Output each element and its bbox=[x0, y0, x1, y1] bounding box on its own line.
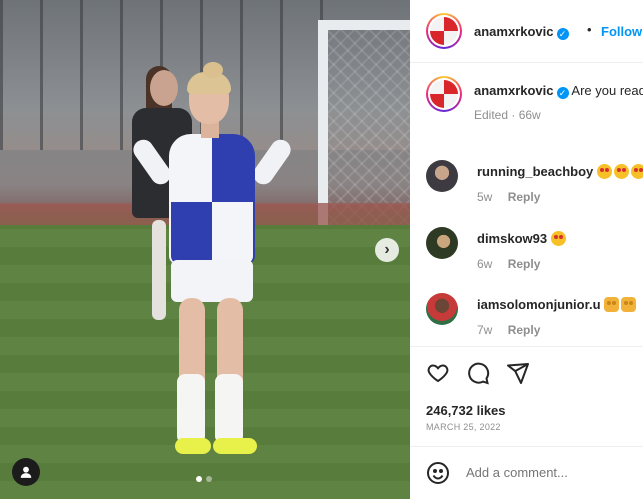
commenter-username[interactable]: running_beachboy bbox=[477, 164, 593, 179]
carousel-indicator bbox=[196, 476, 212, 482]
reply-button[interactable]: Reply bbox=[508, 257, 541, 271]
comment-meta: 7w Reply bbox=[477, 323, 540, 337]
heart-eyes-emoji-icon bbox=[630, 164, 643, 179]
author-username[interactable]: anamxrkovic bbox=[474, 24, 554, 39]
reply-button[interactable]: Reply bbox=[508, 323, 541, 337]
comment-time[interactable]: 5w bbox=[477, 190, 492, 204]
comment-time[interactable]: 7w bbox=[477, 323, 492, 337]
edited-label: Edited bbox=[474, 108, 509, 122]
verified-badge-icon: ✓ bbox=[556, 87, 569, 99]
edited-time[interactable]: 66w bbox=[519, 108, 541, 122]
heart-icon[interactable] bbox=[426, 361, 450, 385]
post-media[interactable]: › bbox=[0, 0, 410, 499]
commenter-username[interactable]: iamsolomonjunior.u bbox=[477, 297, 601, 312]
goal-post bbox=[318, 20, 410, 230]
comment-time[interactable]: 6w bbox=[477, 257, 492, 271]
action-bar bbox=[426, 361, 530, 385]
post-header: anamxrkovic ✓ • Follow bbox=[410, 0, 643, 63]
commenter-avatar[interactable] bbox=[426, 293, 458, 325]
comment-icon[interactable] bbox=[466, 361, 490, 385]
commenter-avatar[interactable] bbox=[426, 160, 458, 192]
follow-button[interactable]: Follow bbox=[601, 24, 642, 39]
caption-avatar[interactable] bbox=[426, 76, 462, 112]
comment-meta: 5w Reply bbox=[477, 190, 540, 204]
comment-item: dimskow93 6w Reply bbox=[426, 227, 643, 277]
comment-item: iamsolomonjunior.u 7w Reply bbox=[426, 293, 643, 343]
raised-hands-emoji-icon bbox=[621, 297, 637, 312]
heart-eyes-emoji-icon bbox=[550, 231, 566, 246]
post-date[interactable]: MARCH 25, 2022 bbox=[426, 422, 501, 432]
heart-eyes-emoji-icon bbox=[613, 164, 629, 179]
caption-username[interactable]: anamxrkovic bbox=[474, 83, 554, 98]
author-username-wrap[interactable]: anamxrkovic ✓ bbox=[474, 24, 569, 40]
reply-button[interactable]: Reply bbox=[508, 190, 541, 204]
commenter-avatar[interactable] bbox=[426, 227, 458, 259]
carousel-dot bbox=[206, 476, 212, 482]
user-tag-button[interactable] bbox=[12, 458, 40, 486]
author-avatar[interactable] bbox=[426, 13, 462, 49]
comment-item: running_beachboy 5w Reply bbox=[426, 160, 643, 210]
chevron-right-icon: › bbox=[384, 241, 390, 258]
comment-meta: 6w Reply bbox=[477, 257, 540, 271]
post-actions: 246,732 likes MARCH 25, 2022 bbox=[410, 346, 643, 446]
smiley-icon[interactable] bbox=[426, 461, 450, 485]
comment-text: iamsolomonjunior.u bbox=[477, 297, 638, 312]
carousel-dot-active bbox=[196, 476, 202, 482]
caption-body: Are you ready for a game bbox=[571, 83, 643, 98]
heart-eyes-emoji-icon bbox=[596, 164, 612, 179]
post-side-panel: anamxrkovic ✓ • Follow anamxrkovic ✓ Are y… bbox=[410, 0, 643, 499]
comment-text: running_beachboy bbox=[477, 164, 643, 179]
comment-input[interactable] bbox=[466, 465, 636, 480]
add-comment-bar bbox=[410, 446, 643, 499]
commenter-username[interactable]: dimskow93 bbox=[477, 231, 547, 246]
separator-dot: • bbox=[587, 22, 592, 37]
main-player bbox=[125, 62, 295, 462]
caption-meta: Edited · 66w bbox=[474, 108, 541, 122]
verified-badge-icon: ✓ bbox=[556, 28, 569, 40]
caption-text: anamxrkovic✓ Are you ready for a game 🔥👀… bbox=[474, 82, 643, 124]
comment-text: dimskow93 bbox=[477, 231, 568, 246]
user-tag-icon bbox=[20, 466, 32, 478]
raised-hands-emoji-icon bbox=[604, 297, 620, 312]
likes-count[interactable]: 246,732 likes bbox=[426, 403, 506, 418]
carousel-next-button[interactable]: › bbox=[375, 238, 399, 262]
share-icon[interactable] bbox=[506, 361, 530, 385]
